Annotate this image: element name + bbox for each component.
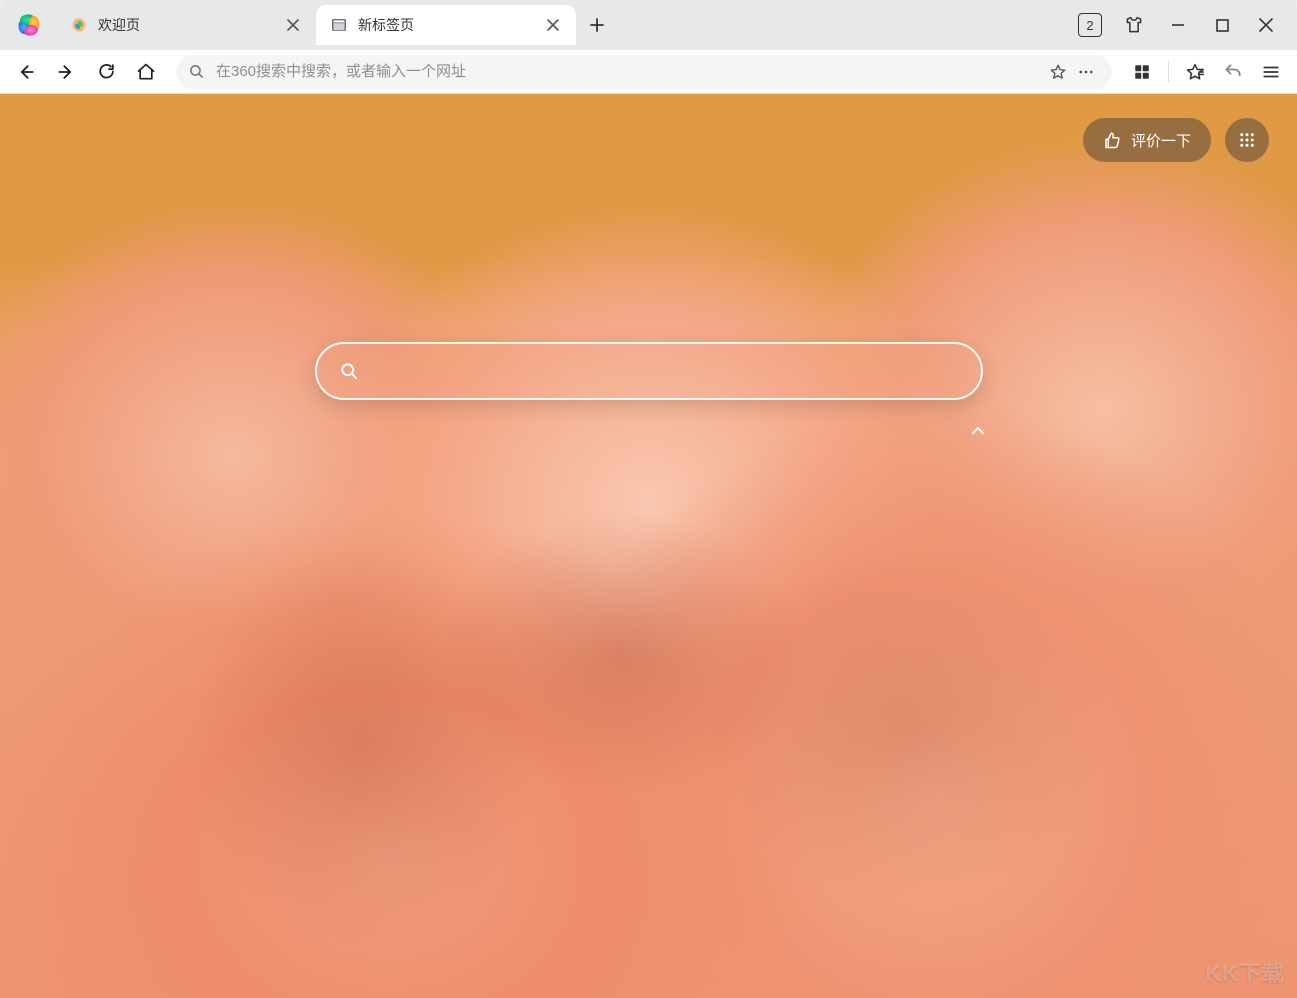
- center-search-bar[interactable]: [315, 342, 983, 400]
- undo-icon[interactable]: [1215, 54, 1251, 90]
- window-close-button[interactable]: [1245, 9, 1287, 41]
- background-shading: [0, 94, 1297, 998]
- bookmark-star-icon[interactable]: [1044, 54, 1072, 90]
- search-icon: [339, 361, 359, 381]
- window-maximize-button[interactable]: [1201, 9, 1243, 41]
- nav-reload-button[interactable]: [88, 54, 124, 90]
- window-minimize-button[interactable]: [1157, 9, 1199, 41]
- toolbar-right: [1124, 54, 1289, 90]
- feedback-label: 评价一下: [1131, 130, 1191, 151]
- favorites-icon[interactable]: [1177, 54, 1213, 90]
- content-top-right: 评价一下: [1083, 118, 1269, 162]
- tab-favicon-swirl-icon: [70, 16, 88, 34]
- center-search-input[interactable]: [371, 361, 959, 382]
- separator: [1168, 61, 1169, 83]
- nav-back-button[interactable]: [8, 54, 44, 90]
- tab-favicon-page-icon: [330, 16, 348, 34]
- browser-logo: [12, 8, 46, 42]
- tab-close-button[interactable]: [544, 16, 562, 34]
- main-menu-icon[interactable]: [1253, 54, 1289, 90]
- new-tab-button[interactable]: [580, 8, 614, 42]
- tab-count-badge[interactable]: 2: [1069, 9, 1111, 41]
- thumbs-up-icon: [1103, 131, 1121, 149]
- tab-count-value: 2: [1086, 18, 1093, 33]
- grid-apps-icon[interactable]: [1124, 54, 1160, 90]
- tab-title: 欢迎页: [98, 15, 284, 35]
- omnibox-more-icon[interactable]: [1072, 54, 1100, 90]
- nav-home-button[interactable]: [128, 54, 164, 90]
- feedback-button[interactable]: 评价一下: [1083, 118, 1211, 162]
- tab-close-button[interactable]: [284, 16, 302, 34]
- address-bar[interactable]: [176, 55, 1112, 89]
- tab-title: 新标签页: [358, 15, 544, 35]
- newtab-content: 评价一下 KK下载: [0, 94, 1297, 998]
- tab-strip: 欢迎页 新标签页 2: [0, 0, 1297, 50]
- chevron-up-icon[interactable]: [969, 422, 987, 440]
- nav-forward-button[interactable]: [48, 54, 84, 90]
- toolbar: [0, 50, 1297, 94]
- window-controls: 2: [1069, 9, 1291, 41]
- apps-grid-button[interactable]: [1225, 118, 1269, 162]
- tab-newtab[interactable]: 新标签页: [316, 5, 576, 45]
- address-input[interactable]: [216, 63, 1044, 80]
- watermark-text: KK下载: [1205, 956, 1285, 988]
- wardrobe-icon[interactable]: [1113, 9, 1155, 41]
- tab-welcome[interactable]: 欢迎页: [56, 5, 316, 45]
- search-icon: [188, 63, 206, 81]
